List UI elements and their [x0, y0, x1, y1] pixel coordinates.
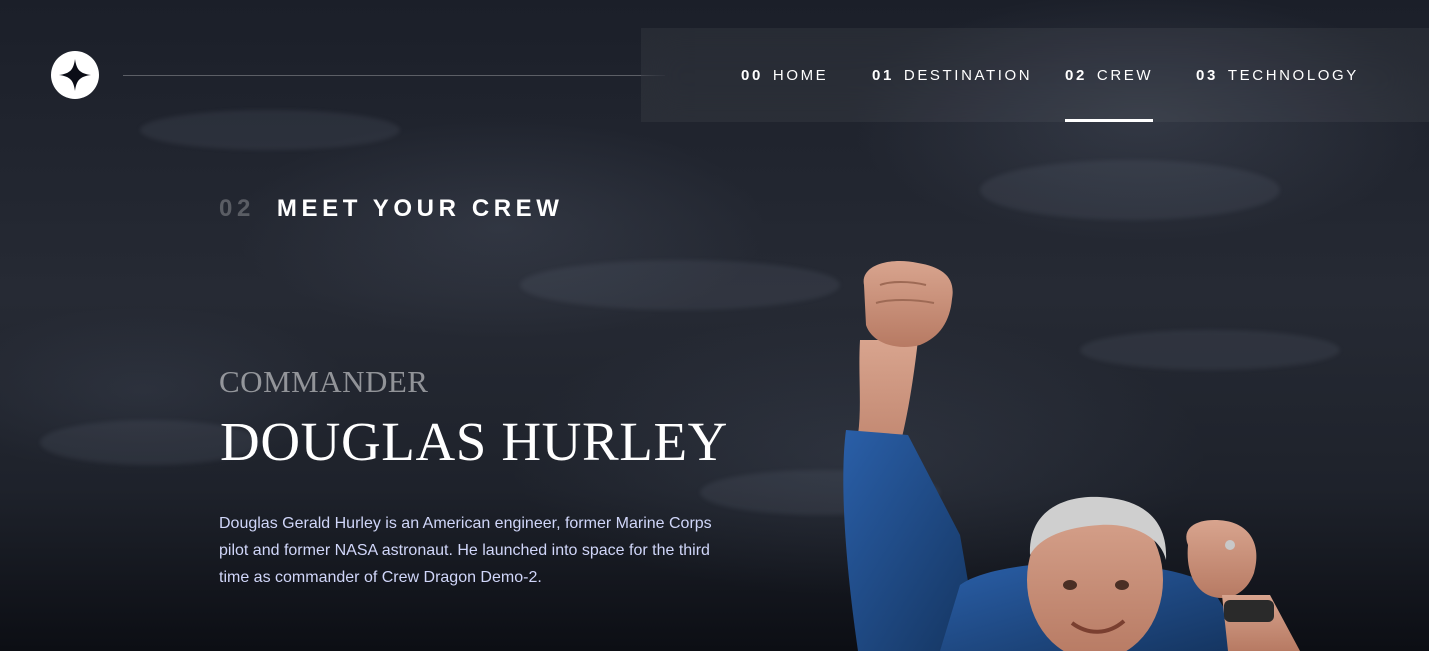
nav-item-destination[interactable]: 01 DESTINATION — [872, 28, 1032, 122]
nav-number: 01 — [872, 66, 894, 84]
nav-label: DESTINATION — [903, 66, 1033, 84]
nav-number: 00 — [741, 66, 763, 84]
crew-name: DOUGLAS HURLEY — [220, 411, 728, 472]
nav-label: HOME — [772, 66, 829, 84]
crew-portrait-image — [843, 261, 1300, 651]
crew-role: COMMANDER — [219, 364, 429, 399]
nav-number: 02 — [1065, 66, 1087, 84]
section-heading: 02 MEET YOUR CREW — [219, 195, 564, 223]
nav-label: TECHNOLOGY — [1227, 66, 1359, 84]
main-navigation: 00 HOME 01 DESTINATION 02 CREW 03 TECHNO… — [641, 28, 1429, 122]
header-divider — [123, 75, 665, 76]
section-title: MEET YOUR CREW — [276, 195, 564, 222]
nav-item-home[interactable]: 00 HOME — [741, 28, 828, 122]
star-logo-icon[interactable] — [51, 51, 99, 99]
crew-bio: Douglas Gerald Hurley is an American eng… — [219, 515, 712, 586]
background-cloud — [980, 160, 1280, 220]
background-cloud — [520, 260, 840, 310]
background-cloud — [140, 110, 400, 150]
section-number: 02 — [219, 195, 255, 222]
nav-item-crew[interactable]: 02 CREW — [1065, 28, 1154, 122]
nav-item-technology[interactable]: 03 TECHNOLOGY — [1196, 28, 1359, 122]
nav-label: CREW — [1096, 66, 1154, 84]
nav-number: 03 — [1196, 66, 1218, 84]
